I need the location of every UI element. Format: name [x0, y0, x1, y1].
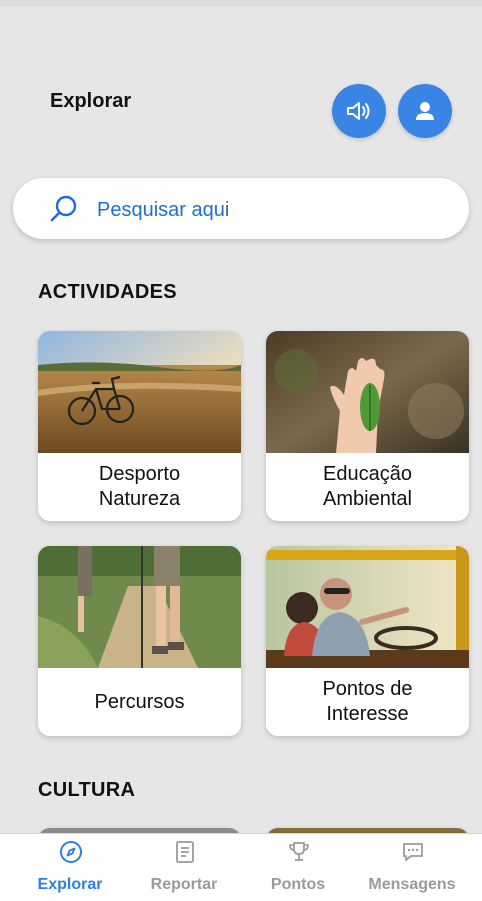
user-icon [416, 102, 434, 120]
card-label: Pontos de Interesse [322, 678, 413, 725]
trophy-icon [289, 842, 309, 861]
search-bar[interactable] [13, 178, 469, 239]
search-input[interactable] [95, 192, 439, 228]
speaker-icon [347, 102, 370, 120]
nav-item-mensagens[interactable]: Mensagens [352, 834, 472, 901]
status-bar [0, 0, 482, 6]
nav-item-explorar[interactable]: Explorar [10, 834, 130, 901]
card-desporto-natureza[interactable]: Desporto Natureza [38, 331, 241, 521]
message-icon [403, 843, 423, 861]
card-image-jeep [266, 546, 469, 668]
profile-button[interactable] [398, 84, 452, 138]
search-icon [50, 195, 77, 222]
nav-item-pontos[interactable]: Pontos [238, 834, 358, 901]
bottom-navigation: Explorar Reportar Pontos Mensagens [0, 833, 482, 901]
nav-label: Reportar [150, 876, 218, 893]
card-image-hand-leaf [266, 331, 469, 453]
card-image-bicycle [38, 331, 241, 453]
card-pontos-de-interesse[interactable]: Pontos de Interesse [266, 546, 469, 736]
nav-label: Pontos [270, 876, 326, 893]
card-educacao-ambiental[interactable]: Educação Ambiental [266, 331, 469, 521]
compass-icon [60, 841, 82, 863]
card-label: Desporto Natureza [98, 463, 181, 510]
card-percursos[interactable]: Percursos [38, 546, 241, 736]
sound-button[interactable] [332, 84, 386, 138]
card-label: Percursos [94, 690, 185, 713]
nav-item-reportar[interactable]: Reportar [124, 834, 244, 901]
section-title-activities: ACTIVIDADES [38, 281, 177, 303]
card-image-hikers [38, 546, 241, 668]
page-title: Explorar [50, 90, 132, 112]
nav-label: Mensagens [368, 876, 456, 893]
card-label: Educação Ambiental [323, 463, 412, 510]
nav-label: Explorar [37, 876, 103, 893]
section-title-culture: CULTURA [38, 779, 136, 801]
report-icon [176, 841, 194, 863]
